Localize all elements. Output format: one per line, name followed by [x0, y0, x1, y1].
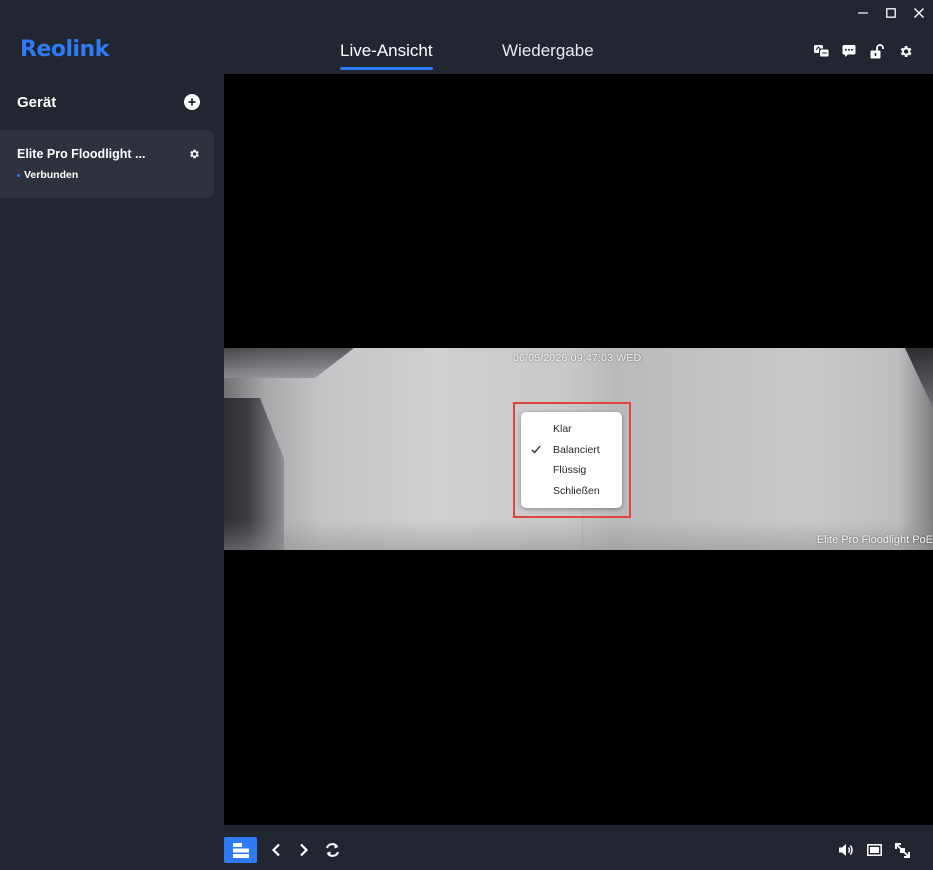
lock-button[interactable] [869, 43, 885, 59]
menu-item-fluent[interactable]: Flüssig [521, 460, 622, 481]
menu-item-clear[interactable]: Klar [521, 419, 622, 440]
volume-icon [839, 844, 853, 856]
settings-button[interactable] [897, 43, 913, 59]
main-tabs: Live-Ansicht Wiedergabe [0, 26, 933, 74]
refresh-icon [325, 843, 339, 857]
feed-shadow [224, 348, 354, 378]
stream-icon [866, 844, 882, 856]
minimize-icon [858, 12, 868, 14]
language-button[interactable] [813, 43, 829, 59]
fullscreen-button[interactable] [893, 841, 911, 859]
tab-playback[interactable]: Wiedergabe [502, 41, 594, 61]
camera-name-overlay: Elite Pro Floodlight PoE [816, 534, 933, 546]
plus-icon [188, 98, 196, 106]
menu-item-label: Balanciert [553, 443, 600, 456]
stream-quality-menu: Klar Balanciert Flüssig Schließen [521, 412, 622, 508]
bottom-toolbar [224, 825, 933, 870]
camera-feed[interactable]: 06/05/2026 09:47:03 WED Elite Pro Floodl… [224, 348, 933, 550]
settings-icon [900, 45, 912, 57]
next-icon [300, 843, 309, 857]
previous-button[interactable] [268, 841, 284, 859]
close-icon [914, 8, 924, 18]
sidebar: Gerät Elite Pro Floodlight ... Verbunden [0, 74, 224, 870]
header: Reolink Live-Ansicht Wiedergabe [0, 26, 933, 74]
device-card[interactable]: Elite Pro Floodlight ... Verbunden [0, 130, 214, 198]
status-dot [17, 173, 20, 177]
gear-icon [190, 149, 199, 159]
volume-button[interactable] [837, 841, 855, 859]
layout-button[interactable] [224, 837, 257, 863]
language-icon [813, 44, 829, 57]
maximize-button[interactable] [877, 0, 905, 26]
stream-button[interactable] [865, 841, 883, 859]
close-button[interactable] [905, 0, 933, 26]
layout-icon [232, 842, 249, 858]
menu-item-label: Klar [553, 423, 572, 435]
feed-shadow [905, 348, 933, 408]
tab-live-view[interactable]: Live-Ansicht [340, 41, 433, 70]
maximize-icon [886, 8, 896, 18]
header-icons [813, 43, 913, 59]
add-device-button[interactable] [184, 94, 200, 110]
sidebar-title: Gerät [17, 94, 57, 111]
window-controls [849, 0, 933, 26]
feed-timestamp: 06/05/2026 09:47:03 WED [513, 352, 642, 364]
lock-icon [870, 43, 884, 58]
previous-icon [271, 843, 280, 857]
reolink-app: Reolink Live-Ansicht Wiedergabe Gerät El… [0, 0, 933, 870]
live-view-area[interactable]: 06/05/2026 09:47:03 WED Elite Pro Floodl… [224, 74, 933, 825]
feedback-button[interactable] [841, 43, 857, 59]
device-settings-button[interactable] [188, 147, 200, 159]
minimize-button[interactable] [849, 0, 877, 26]
fullscreen-icon [894, 842, 910, 858]
device-status: Verbunden [17, 169, 78, 181]
menu-item-balanced[interactable]: Balanciert [521, 440, 622, 461]
status-text: Verbunden [24, 169, 79, 181]
checkmark-icon [531, 445, 541, 454]
menu-item-label: Schließen [553, 484, 600, 497]
refresh-button[interactable] [323, 841, 341, 859]
device-name: Elite Pro Floodlight ... [17, 147, 146, 161]
menu-item-close[interactable]: Schließen [521, 481, 622, 502]
next-button[interactable] [296, 841, 312, 859]
menu-item-label: Flüssig [553, 464, 587, 476]
feedback-icon [842, 45, 856, 57]
